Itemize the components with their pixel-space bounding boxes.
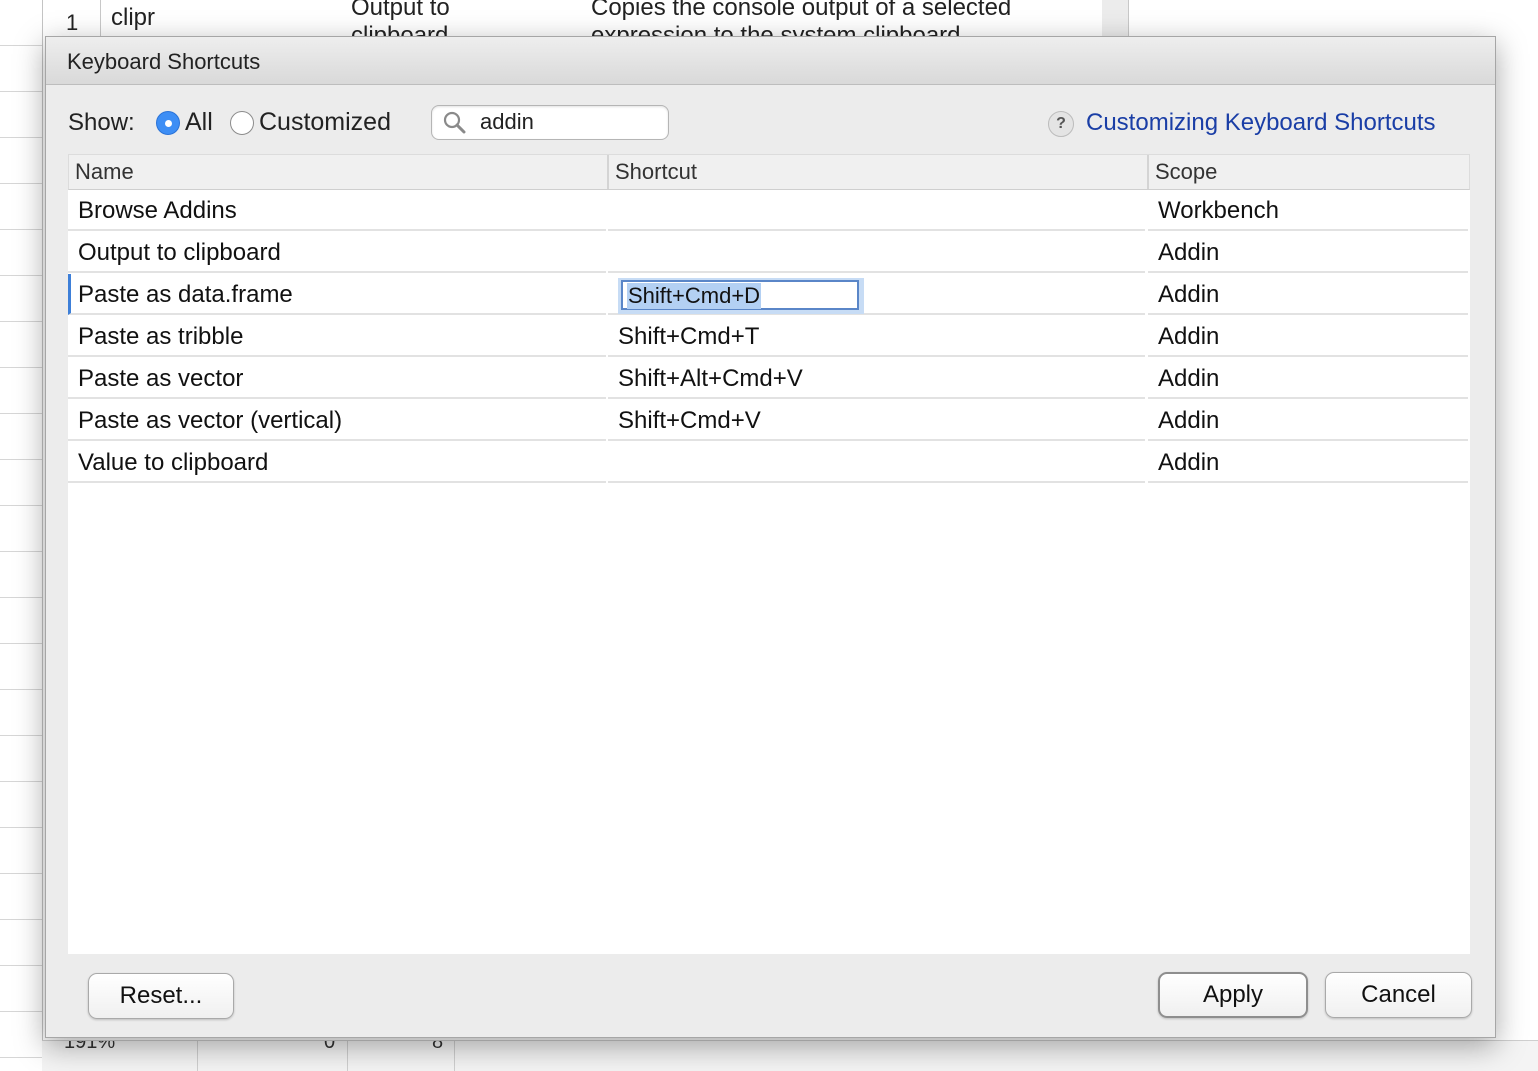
background-addins-table: clipr Output to clipboard Copies the con… — [100, 0, 1104, 40]
show-label: Show: — [68, 109, 135, 136]
shortcut-input-text: Shift+Cmd+D — [627, 283, 762, 309]
table-row[interactable]: Paste as tribble Shift+Cmd+T Addin — [68, 316, 1468, 358]
radio-all[interactable] — [156, 111, 180, 135]
apply-button[interactable]: Apply — [1158, 972, 1308, 1018]
customizing-shortcuts-link[interactable]: Customizing Keyboard Shortcuts — [1086, 109, 1436, 137]
background-fragment: 8 — [432, 1040, 444, 1053]
keyboard-shortcuts-dialog: Keyboard Shortcuts Show: All Customized … — [45, 36, 1496, 1038]
row-scope: Addin — [1148, 232, 1468, 273]
table-row[interactable]: Value to clipboard Addin — [68, 442, 1468, 484]
search-icon — [443, 111, 466, 134]
search-field[interactable] — [431, 105, 669, 140]
background-package-cell: clipr — [111, 4, 156, 31]
radio-customized-label[interactable]: Customized — [259, 108, 391, 137]
table-row[interactable]: Browse Addins Workbench — [68, 190, 1468, 232]
row-shortcut[interactable]: Shift+Alt+Cmd+V — [608, 358, 1145, 399]
table-row[interactable]: Paste as vector Shift+Alt+Cmd+V Addin — [68, 358, 1468, 400]
row-name: Browse Addins — [68, 190, 606, 231]
row-scope: Addin — [1148, 358, 1468, 399]
row-shortcut[interactable] — [608, 190, 1145, 231]
row-shortcut[interactable] — [608, 232, 1145, 273]
background-row-gutter — [0, 0, 43, 1070]
column-header-shortcut[interactable]: Shortcut — [607, 155, 1147, 189]
row-shortcut[interactable]: Shift+Cmd+T — [608, 316, 1145, 357]
cancel-button[interactable]: Cancel — [1325, 972, 1472, 1018]
column-header-scope[interactable]: Scope — [1147, 155, 1469, 189]
reset-button[interactable]: Reset... — [88, 973, 234, 1019]
row-name: Paste as data.frame — [68, 274, 606, 315]
row-scope: Addin — [1148, 316, 1468, 357]
help-icon[interactable]: ? — [1048, 111, 1074, 137]
table-row-selected[interactable]: Paste as data.frame Addin Shift+Cmd+D — [68, 274, 1468, 316]
background-fragment: 191% — [64, 1040, 116, 1053]
row-name: Output to clipboard — [68, 232, 606, 273]
row-scope: Workbench — [1148, 190, 1468, 231]
background-description-cell: Copies the console output of a selected … — [591, 0, 1012, 40]
dialog-titlebar[interactable]: Keyboard Shortcuts — [46, 37, 1495, 85]
background-addin-name-cell: Output to clipboard — [351, 0, 450, 40]
table-row[interactable]: Paste as vector (vertical) Shift+Cmd+V A… — [68, 400, 1468, 442]
background-bottom-strip: 191% 0 8 — [42, 1040, 1538, 1071]
row-name: Paste as tribble — [68, 316, 606, 357]
row-scope: Addin — [1148, 274, 1468, 315]
table-row[interactable]: Output to clipboard Addin — [68, 232, 1468, 274]
table-header: Name Shortcut Scope — [68, 154, 1470, 190]
shortcut-editor[interactable]: Shift+Cmd+D — [618, 278, 864, 314]
background-scroll-area — [1102, 0, 1129, 40]
background-row-number: 1 — [66, 10, 79, 35]
radio-customized[interactable] — [230, 111, 254, 135]
row-name: Paste as vector (vertical) — [68, 400, 606, 441]
row-scope: Addin — [1148, 442, 1468, 483]
row-name: Paste as vector — [68, 358, 606, 399]
row-name: Value to clipboard — [68, 442, 606, 483]
shortcuts-table: Name Shortcut Scope Browse Addins Workbe… — [68, 154, 1470, 954]
row-scope: Addin — [1148, 400, 1468, 441]
dialog-title: Keyboard Shortcuts — [67, 49, 261, 74]
shortcut-input[interactable]: Shift+Cmd+D — [621, 280, 859, 310]
row-shortcut[interactable]: Shift+Cmd+V — [608, 400, 1145, 441]
column-header-name[interactable]: Name — [69, 155, 609, 189]
search-input[interactable] — [480, 108, 660, 136]
background-fragment: 0 — [324, 1040, 336, 1053]
radio-all-label[interactable]: All — [185, 108, 213, 137]
row-shortcut[interactable] — [608, 442, 1145, 483]
